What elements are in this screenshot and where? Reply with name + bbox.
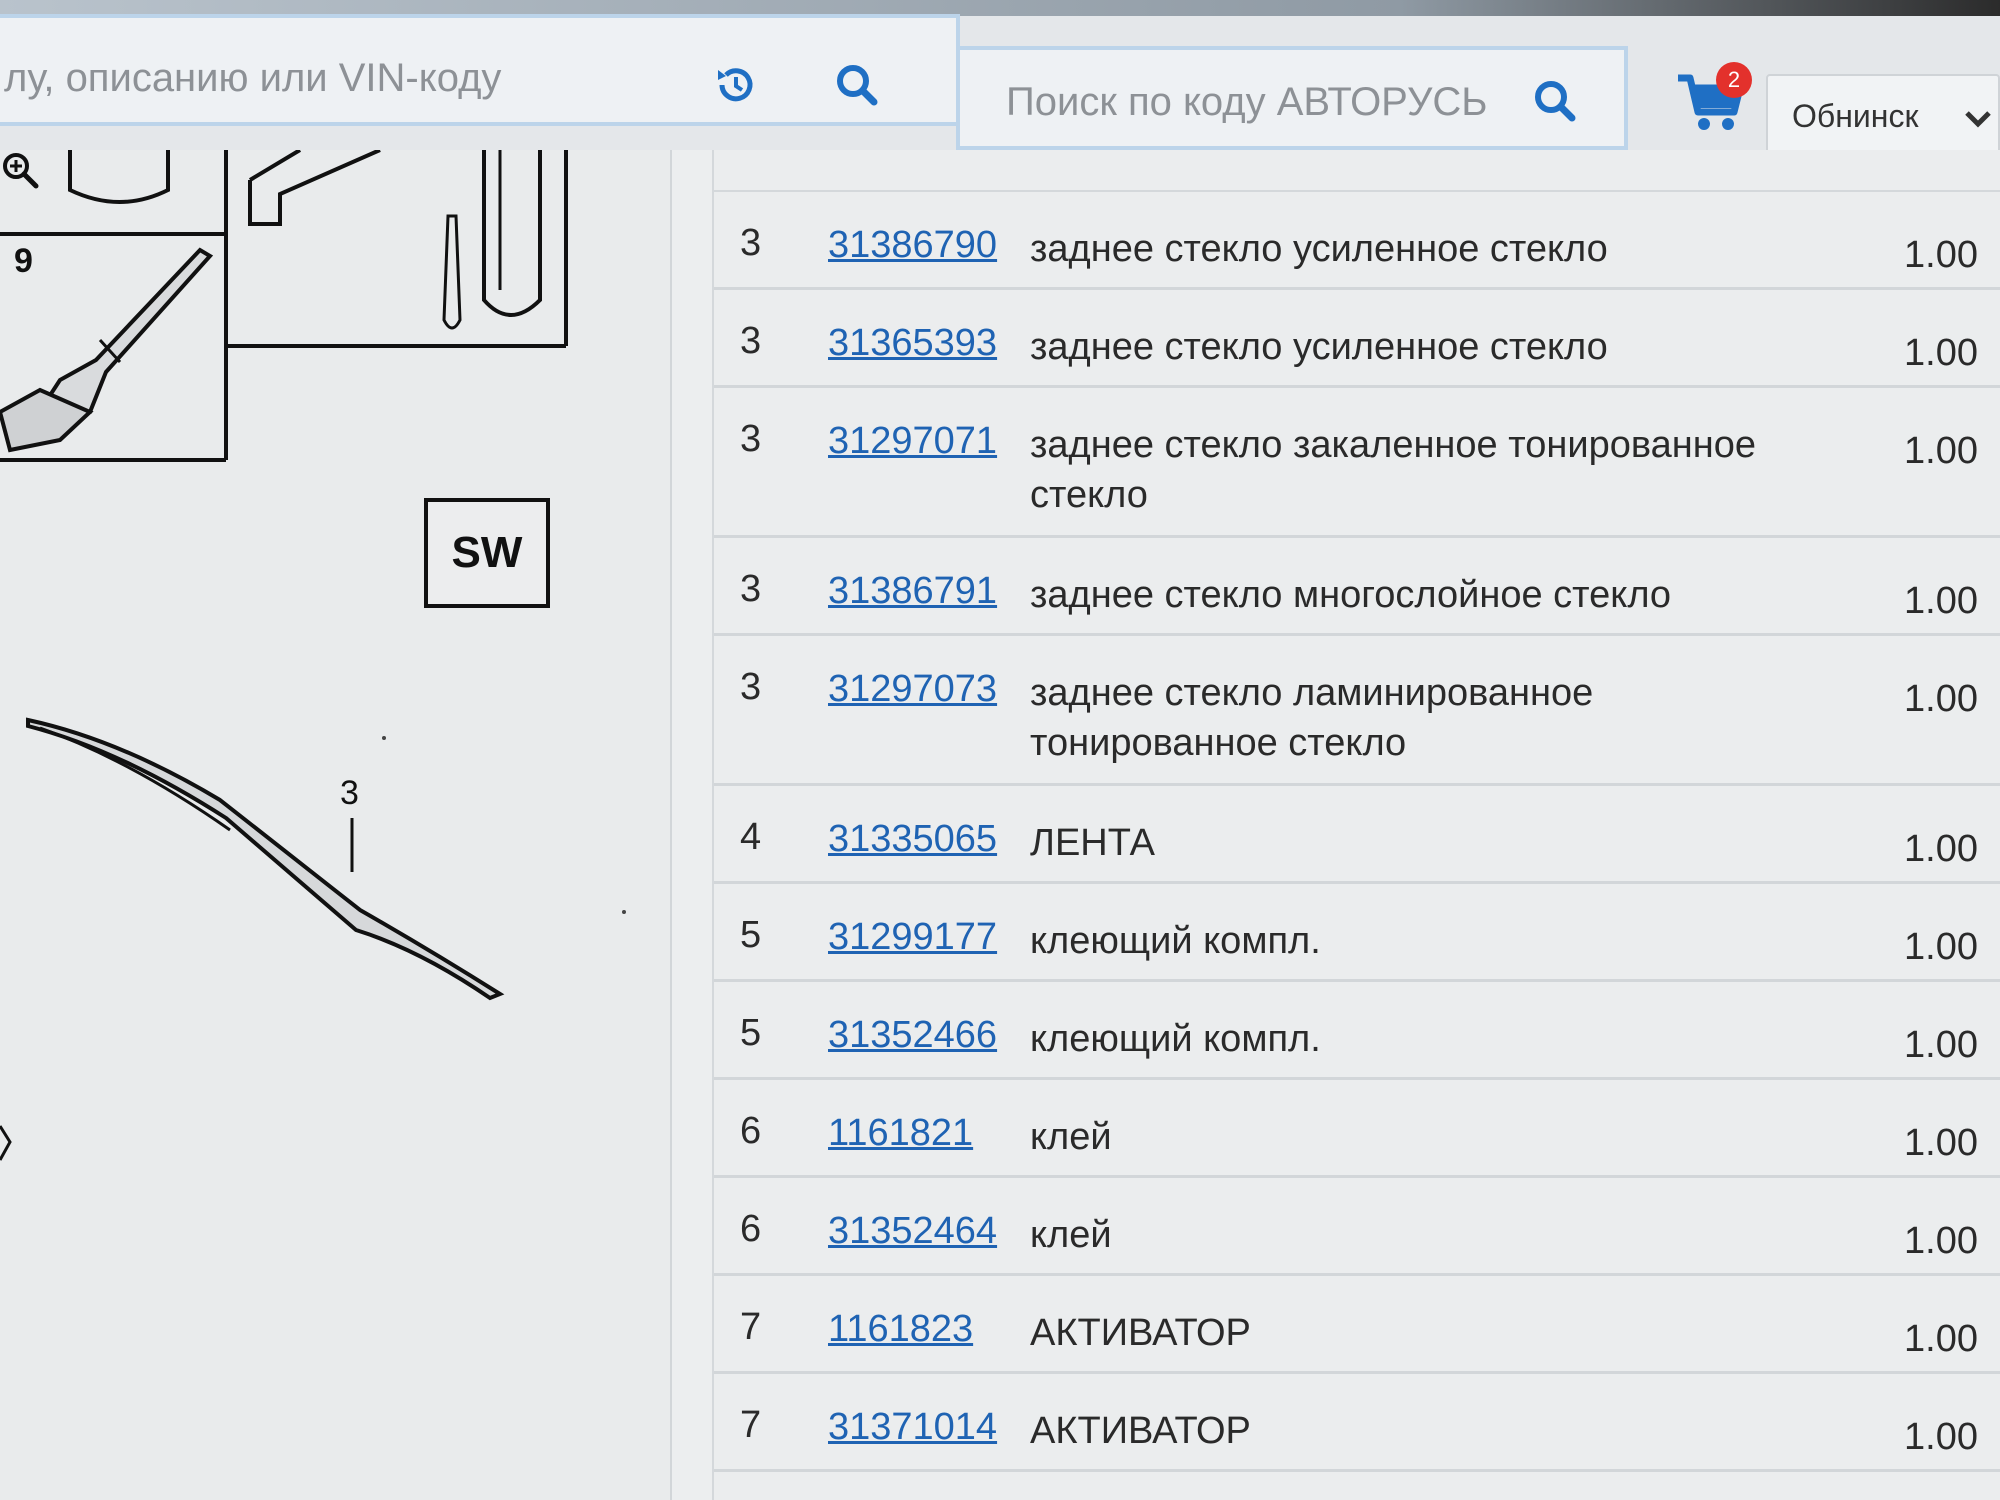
callout-9: 9 [14, 242, 33, 280]
part-quantity: 1.00 [1904, 1220, 1978, 1262]
position-number: 3 [740, 666, 762, 708]
part-code-link[interactable]: 1161823 [828, 1308, 973, 1351]
position-number: 3 [740, 320, 762, 362]
position-number: 3 [740, 568, 762, 610]
position-number: 4 [740, 816, 762, 858]
table-row: 7 1161823 АКТИВАТОР 1.00 [714, 1276, 2000, 1374]
position-number: 3 [740, 222, 762, 264]
city-label: Обнинск [1792, 98, 1919, 134]
part-description: АКТИВАТОР [1030, 1410, 1251, 1452]
search-icon[interactable] [834, 62, 880, 108]
part-quantity: 1.00 [1904, 234, 1978, 276]
code-search-input[interactable] [960, 70, 1500, 134]
part-code-link[interactable]: 1161821 [828, 1112, 973, 1155]
position-number: 5 [740, 1012, 762, 1054]
part-description: клеющий компл. [1030, 1018, 1321, 1060]
code-search-icon[interactable] [1532, 78, 1578, 124]
part-description: заднее стекло ламинированное тонированно… [1030, 672, 1594, 764]
part-description: клеющий компл. [1030, 920, 1321, 962]
city-select[interactable]: Обнинск [1766, 74, 2000, 156]
table-row: 3 31297073 заднее стекло ламинированное … [714, 636, 2000, 786]
top-bar: 2 Обнинск [0, 0, 2000, 156]
part-description: клей [1030, 1214, 1112, 1256]
history-icon[interactable] [712, 62, 758, 108]
zoom-in-icon[interactable] [0, 150, 40, 190]
main-search-box [0, 14, 960, 126]
table-row: 5 31299177 клеющий компл. 1.00 [714, 884, 2000, 982]
part-quantity: 1.00 [1904, 678, 1978, 720]
parts-diagram: 9 SW 3 [0, 150, 672, 1500]
cart-count-badge: 2 [1716, 62, 1752, 98]
part-quantity: 1.00 [1904, 828, 1978, 870]
part-code-link[interactable]: 31386791 [828, 570, 997, 613]
position-number: 6 [740, 1208, 762, 1250]
part-code-link[interactable]: 31365393 [828, 322, 997, 365]
table-row: 3 31386790 заднее стекло усиленное стекл… [714, 192, 2000, 290]
table-row: 3 31297071 заднее стекло закаленное тони… [714, 388, 2000, 538]
callout-3: 3 [340, 774, 359, 812]
part-quantity: 1.00 [1904, 580, 1978, 622]
table-row: 6 1161821 клей 1.00 [714, 1080, 2000, 1178]
code-search-box [956, 46, 1628, 150]
part-code-link[interactable]: 31352466 [828, 1014, 997, 1057]
part-quantity: 1.00 [1904, 926, 1978, 968]
part-description: заднее стекло закаленное тонированное ст… [1030, 424, 1756, 516]
position-number: 7 [740, 1306, 762, 1348]
position-number: 6 [740, 1110, 762, 1152]
part-quantity: 1.00 [1904, 430, 1978, 472]
part-code-link[interactable]: 31386790 [828, 224, 997, 267]
part-code-link[interactable]: 31371014 [828, 1406, 997, 1449]
position-number: 5 [740, 914, 762, 956]
table-row: 4 31335065 ЛЕНТА 1.00 [714, 786, 2000, 884]
part-code-link[interactable]: 31352464 [828, 1210, 997, 1253]
table-row: 3 31365393 заднее стекло усиленное стекл… [714, 290, 2000, 388]
part-code-link[interactable]: 31299177 [828, 916, 997, 959]
part-code-link[interactable]: 31297071 [828, 420, 997, 463]
part-description: заднее стекло усиленное стекло [1030, 228, 1608, 270]
table-row: 6 31352464 клей 1.00 [714, 1178, 2000, 1276]
part-quantity: 1.00 [1904, 1024, 1978, 1066]
part-description: АКТИВАТОР [1030, 1312, 1251, 1354]
part-code-link[interactable]: 31297073 [828, 668, 997, 711]
part-description: заднее стекло многослойное стекло [1030, 574, 1672, 616]
position-number: 7 [740, 1404, 762, 1446]
part-description: ЛЕНТА [1030, 822, 1156, 864]
part-quantity: 1.00 [1904, 1122, 1978, 1164]
chevron-down-icon [1965, 111, 1991, 128]
table-row: 5 31352466 клеющий компл. 1.00 [714, 982, 2000, 1080]
main-search-input[interactable] [0, 48, 664, 108]
table-row: 7 31371014 АКТИВАТОР 1.00 [714, 1374, 2000, 1472]
part-quantity: 1.00 [1904, 1416, 1978, 1458]
part-description: заднее стекло усиленное стекло [1030, 326, 1608, 368]
part-code-link[interactable]: 31335065 [828, 818, 997, 861]
table-row: 3 31386791 заднее стекло многослойное ст… [714, 538, 2000, 636]
part-quantity: 1.00 [1904, 332, 1978, 374]
part-quantity: 1.00 [1904, 1318, 1978, 1360]
parts-table: 3 31386790 заднее стекло усиленное стекл… [712, 150, 2000, 1500]
diagram-drawing [0, 150, 626, 1161]
part-description: клей [1030, 1116, 1112, 1158]
position-number: 3 [740, 418, 762, 460]
sw-label: SW [424, 498, 550, 608]
